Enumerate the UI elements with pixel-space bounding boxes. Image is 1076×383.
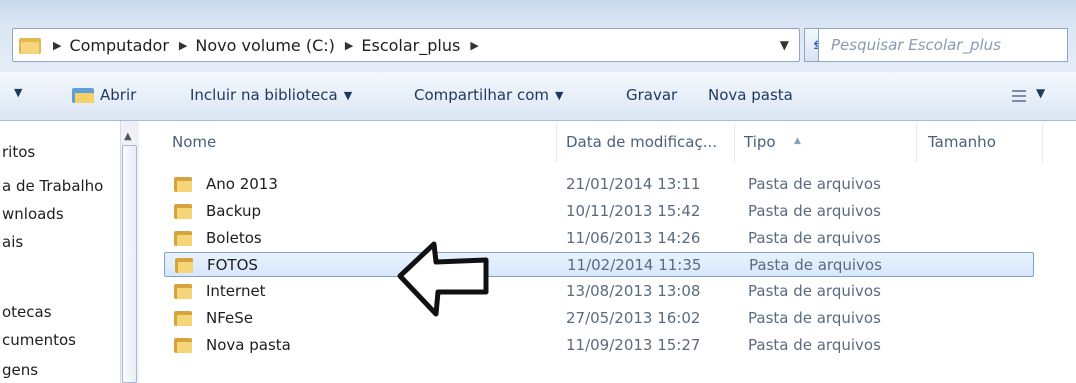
- table-row[interactable]: Internet 13/08/2013 13:08 Pasta de arqui…: [164, 279, 1034, 304]
- scrollbar-thumb[interactable]: [122, 145, 137, 383]
- file-type: Pasta de arquivos: [748, 282, 881, 300]
- file-date: 10/11/2013 15:42: [566, 202, 701, 220]
- folder-icon: [174, 284, 192, 299]
- include-library-button[interactable]: Incluir na biblioteca ▼: [190, 86, 352, 104]
- burn-label: Gravar: [626, 86, 678, 104]
- breadcrumb-escolar-plus[interactable]: Escolar_plus: [361, 36, 460, 55]
- column-divider[interactable]: [734, 123, 735, 163]
- left-arrow-icon: [397, 241, 489, 317]
- column-date[interactable]: Data de modificaç...: [566, 133, 717, 151]
- open-label: Abrir: [100, 86, 137, 104]
- view-dropdown-icon[interactable]: ▼: [1036, 86, 1045, 100]
- folder-icon: [174, 204, 192, 219]
- command-bar: ▼ Abrir Incluir na biblioteca ▼ Comparti…: [0, 72, 1076, 121]
- include-library-label: Incluir na biblioteca: [190, 86, 338, 104]
- breadcrumb: ▶ Computador ▶ Novo volume (C:) ▶ Escola…: [43, 36, 487, 55]
- file-name: Boletos: [206, 229, 262, 247]
- address-bar[interactable]: ▶ Computador ▶ Novo volume (C:) ▶ Escola…: [12, 28, 800, 62]
- file-name: Nova pasta: [206, 336, 291, 354]
- table-row[interactable]: Backup 10/11/2013 15:42 Pasta de arquivo…: [164, 199, 1034, 224]
- file-date: 11/02/2014 11:35: [567, 256, 702, 274]
- address-bar-region: ▶ Computador ▶ Novo volume (C:) ▶ Escola…: [0, 0, 1076, 72]
- share-label: Compartilhar com: [414, 86, 550, 104]
- file-name: Ano 2013: [206, 175, 278, 193]
- nav-item-desktop[interactable]: a de Trabalho: [2, 177, 120, 195]
- file-date: 11/06/2013 14:26: [566, 229, 701, 247]
- file-type: Pasta de arquivos: [748, 175, 881, 193]
- column-divider[interactable]: [556, 123, 557, 163]
- new-folder-button[interactable]: Nova pasta: [708, 86, 793, 104]
- view-options-icon[interactable]: [1012, 90, 1026, 102]
- file-name: NFeSe: [206, 309, 254, 327]
- file-type: Pasta de arquivos: [748, 309, 881, 327]
- sort-indicator-icon: ▲: [794, 136, 801, 146]
- column-headers: Nome Data de modificaç... Tipo Tamanho: [150, 121, 1076, 165]
- column-size[interactable]: Tamanho: [928, 133, 996, 151]
- search-placeholder: Pesquisar Escolar_plus: [831, 36, 1001, 54]
- nav-item-downloads[interactable]: wnloads: [2, 205, 120, 223]
- breadcrumb-volume[interactable]: Novo volume (C:): [195, 36, 335, 55]
- file-type: Pasta de arquivos: [748, 202, 881, 220]
- navigation-pane: ritos a de Trabalho wnloads ais otecas c…: [0, 121, 138, 383]
- search-input[interactable]: Pesquisar Escolar_plus: [818, 28, 1068, 62]
- file-name: Internet: [206, 282, 266, 300]
- file-name: Backup: [206, 202, 261, 220]
- nav-scrollbar[interactable]: ▲: [120, 121, 139, 383]
- table-row[interactable]: Nova pasta 11/09/2013 15:27 Pasta de arq…: [164, 333, 1034, 358]
- organize-dropdown-icon[interactable]: ▼: [14, 86, 22, 99]
- file-date: 21/01/2014 13:11: [566, 175, 701, 193]
- nav-item-favorites[interactable]: ritos: [2, 143, 120, 161]
- folder-icon: [19, 36, 41, 54]
- folder-icon: [175, 258, 193, 273]
- folder-icon: [174, 311, 192, 326]
- column-type[interactable]: Tipo: [744, 133, 776, 151]
- file-date: 13/08/2013 13:08: [566, 282, 701, 300]
- nav-item-documents[interactable]: cumentos: [2, 331, 120, 349]
- folder-icon: [174, 177, 192, 192]
- column-divider[interactable]: [1042, 123, 1043, 163]
- nav-item-libraries[interactable]: otecas: [2, 303, 120, 321]
- chevron-right-icon[interactable]: ▶: [470, 39, 478, 52]
- open-folder-icon: [72, 86, 94, 104]
- file-name: FOTOS: [207, 256, 258, 274]
- folder-icon: [174, 231, 192, 246]
- column-name[interactable]: Nome: [172, 133, 216, 151]
- nav-item-images[interactable]: gens: [2, 361, 120, 379]
- burn-button[interactable]: Gravar: [626, 86, 677, 104]
- file-type: Pasta de arquivos: [748, 229, 881, 247]
- open-button[interactable]: Abrir: [72, 86, 136, 104]
- breadcrumb-computer[interactable]: Computador: [69, 36, 168, 55]
- file-date: 11/09/2013 15:27: [566, 336, 701, 354]
- chevron-right-icon[interactable]: ▶: [179, 39, 187, 52]
- address-dropdown-icon[interactable]: ▼: [780, 38, 789, 52]
- table-row[interactable]: Boletos 11/06/2013 14:26 Pasta de arquiv…: [164, 226, 1034, 251]
- new-folder-label: Nova pasta: [708, 86, 793, 104]
- share-button[interactable]: Compartilhar com ▼: [414, 86, 564, 104]
- scroll-up-icon[interactable]: ▲: [124, 131, 132, 142]
- file-date: 27/05/2013 16:02: [566, 309, 701, 327]
- column-divider[interactable]: [916, 123, 917, 163]
- table-row[interactable]: NFeSe 27/05/2013 16:02 Pasta de arquivos: [164, 306, 1034, 331]
- chevron-right-icon[interactable]: ▶: [53, 39, 61, 52]
- table-row-selected[interactable]: FOTOS 11/02/2014 11:35 Pasta de arquivos: [164, 252, 1034, 277]
- file-list: Ano 2013 21/01/2014 13:11 Pasta de arqui…: [150, 166, 1076, 383]
- folder-icon: [174, 338, 192, 353]
- file-type: Pasta de arquivos: [749, 256, 882, 274]
- chevron-down-icon: ▼: [555, 88, 564, 102]
- nav-item-recent[interactable]: ais: [2, 233, 120, 251]
- table-row[interactable]: Ano 2013 21/01/2014 13:11 Pasta de arqui…: [164, 172, 1034, 197]
- file-type: Pasta de arquivos: [748, 336, 881, 354]
- chevron-down-icon: ▼: [343, 88, 353, 102]
- chevron-right-icon[interactable]: ▶: [345, 39, 353, 52]
